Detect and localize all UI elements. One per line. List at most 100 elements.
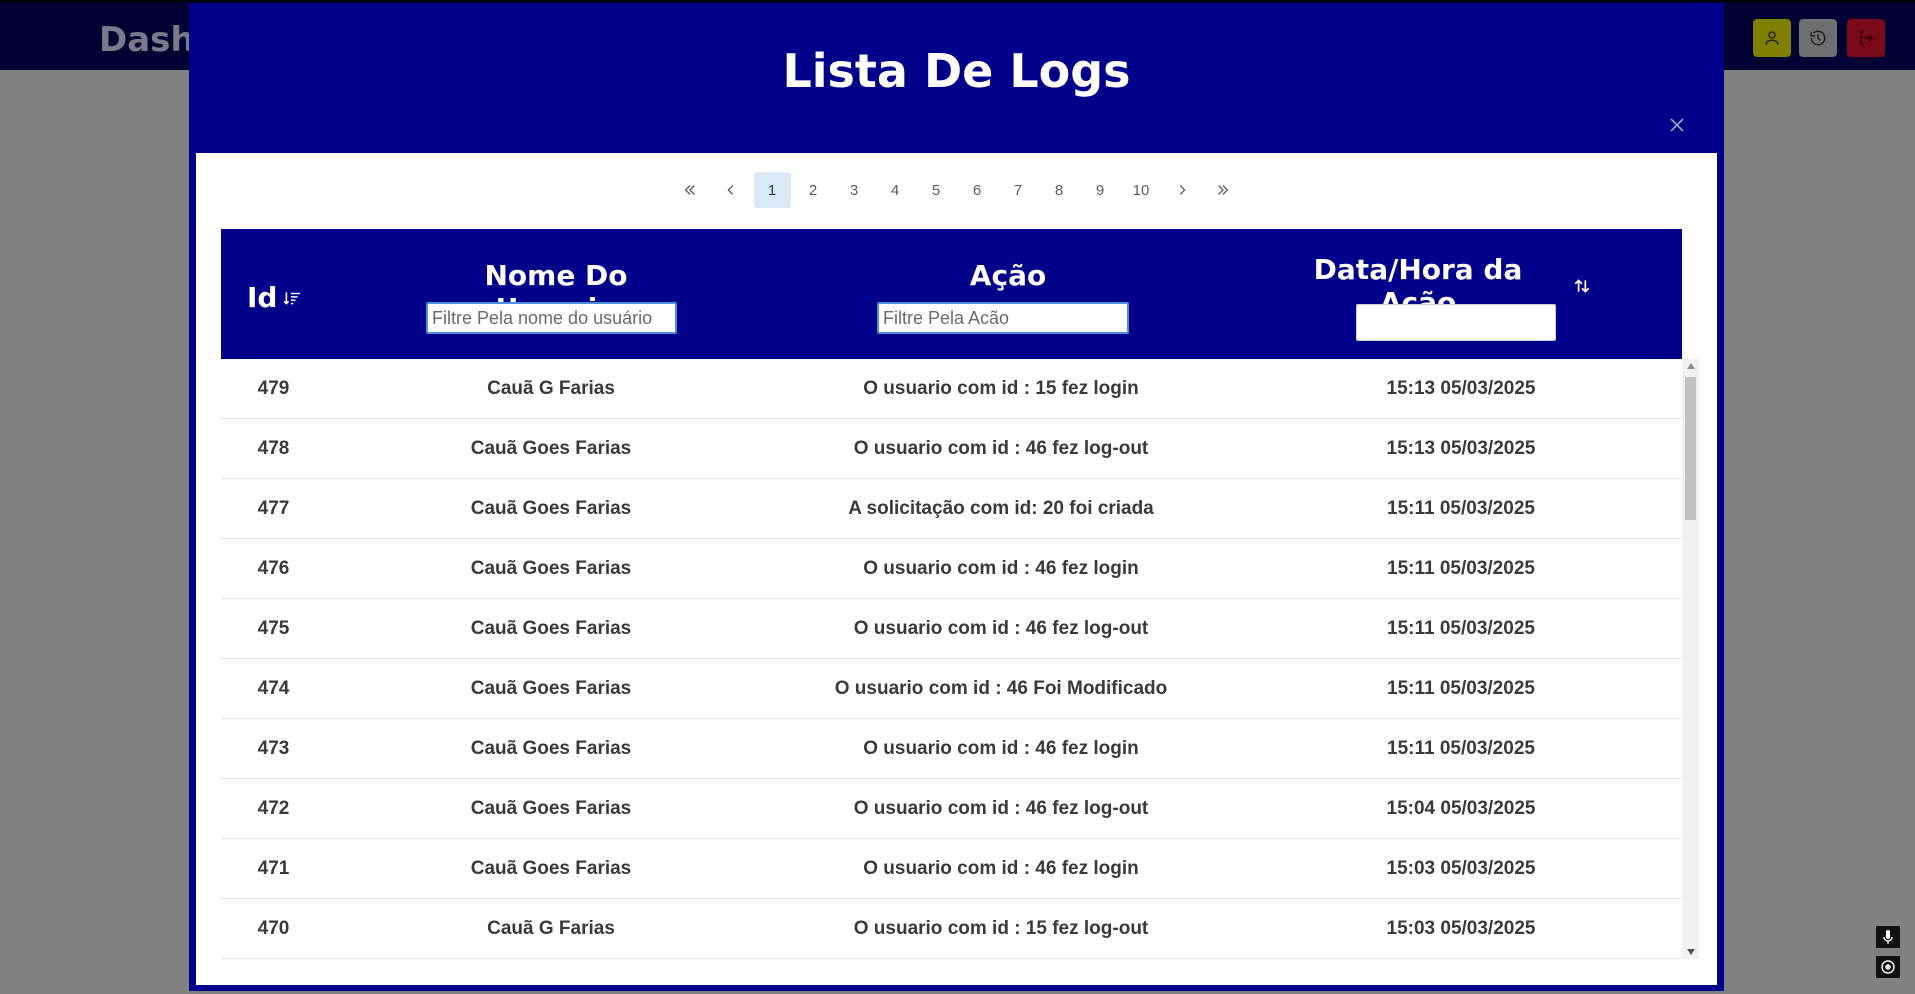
cell-acao: O usuario com id : 15 fez login [863, 378, 1139, 399]
cell-acao: O usuario com id : 46 Foi Modificado [834, 678, 1168, 699]
cell-id: 476 [257, 558, 290, 579]
pagination: 1 2 3 4 5 6 7 8 9 10 [196, 172, 1717, 208]
cell-name: Cauã G Farias [487, 918, 615, 939]
triangle-down-icon [1686, 949, 1695, 955]
table-row: 473 Cauã Goes Farias O usuario com id : 46… [221, 719, 1682, 779]
cell-id: 471 [257, 858, 290, 879]
table-row: 476 Cauã Goes Farias O usuario com id : 46… [221, 539, 1682, 599]
modal-body: 1 2 3 4 5 6 7 8 9 10 Id Nome Do Usuario … [196, 153, 1717, 985]
page-button-9[interactable]: 9 [1082, 172, 1119, 208]
cell-id: 472 [257, 798, 290, 819]
user-icon [1765, 31, 1779, 45]
triangle-up-icon [1686, 363, 1695, 369]
chevron-right-icon [1179, 185, 1186, 195]
cell-data: 15:11 05/03/2025 [1387, 618, 1535, 639]
cell-data: 15:13 05/03/2025 [1386, 438, 1536, 459]
acao-filter-input[interactable] [877, 302, 1129, 334]
table-row: 474 Cauã Goes Farias O usuario com id : 46… [221, 659, 1682, 719]
page-button-6[interactable]: 6 [959, 172, 996, 208]
table-row: 475 Cauã Goes Farias O usuario com id : 46… [221, 599, 1682, 659]
page-button-3[interactable]: 3 [836, 172, 873, 208]
table-row: 479 Cauã G Farias O usuario com id : 15 fe… [221, 359, 1682, 419]
logs-modal: Lista De Logs 1 2 3 4 5 6 7 8 9 10 Id No… [189, 3, 1724, 991]
cell-name: Cauã G Farias [487, 378, 615, 399]
table-row: 471 Cauã Goes Farias O usuario com id : 46… [221, 839, 1682, 899]
cell-acao: O usuario com id : 46 fez log-out [853, 798, 1149, 819]
target-icon [1881, 960, 1895, 974]
cell-id: 478 [257, 438, 290, 459]
id-header-label: Id [247, 281, 278, 314]
cell-name: Cauã Goes Farias [470, 558, 632, 579]
cell-acao: O usuario com id : 46 fez log-out [853, 618, 1149, 639]
page-button-10[interactable]: 10 [1123, 172, 1160, 208]
history-icon [1810, 30, 1826, 46]
chevron-left-icon [727, 185, 734, 195]
logout-icon [1860, 31, 1874, 45]
first-page-button[interactable] [672, 172, 709, 208]
cell-name: Cauã Goes Farias [470, 678, 632, 699]
cell-data: 15:13 05/03/2025 [1386, 378, 1536, 399]
cell-id: 479 [257, 378, 290, 399]
cell-id: 477 [257, 498, 290, 519]
cell-data: 15:11 05/03/2025 [1387, 558, 1535, 579]
table-row: 472 Cauã Goes Farias O usuario com id : 46… [221, 779, 1682, 839]
cell-name: Cauã Goes Farias [470, 738, 632, 759]
cell-acao: O usuario com id : 46 fez login [863, 738, 1139, 759]
cell-data: 15:03 05/03/2025 [1386, 858, 1536, 879]
cell-acao: O usuario com id : 15 fez log-out [853, 918, 1149, 939]
cell-name: Cauã Goes Farias [470, 798, 632, 819]
cell-name: Cauã Goes Farias [470, 618, 632, 639]
table-scrollbar[interactable] [1682, 359, 1699, 959]
page-button-5[interactable]: 5 [918, 172, 955, 208]
cell-name: Cauã Goes Farias [470, 858, 632, 879]
scroll-down-arrow[interactable] [1682, 945, 1699, 959]
sort-desc-icon [284, 291, 301, 305]
next-page-button[interactable] [1164, 172, 1201, 208]
target-button[interactable] [1876, 956, 1900, 978]
page-button-7[interactable]: 7 [1000, 172, 1037, 208]
id-column-header[interactable]: Id [247, 281, 301, 314]
table-row: 478 Cauã Goes Farias O usuario com id : 46… [221, 419, 1682, 479]
cell-data: 15:11 05/03/2025 [1387, 498, 1535, 519]
cell-data: 15:03 05/03/2025 [1386, 918, 1536, 939]
last-page-button[interactable] [1205, 172, 1242, 208]
close-icon [1670, 118, 1684, 132]
page-button-2[interactable]: 2 [795, 172, 832, 208]
modal-header: Lista De Logs [192, 6, 1721, 153]
scroll-up-arrow[interactable] [1682, 359, 1699, 373]
cell-acao: O usuario com id : 46 fez login [863, 858, 1139, 879]
page-button-8[interactable]: 8 [1041, 172, 1078, 208]
cell-data: 15:11 05/03/2025 [1387, 738, 1535, 759]
cell-name: Cauã Goes Farias [470, 438, 632, 459]
cell-data: 15:04 05/03/2025 [1386, 798, 1536, 819]
table-header: Id Nome Do Usuario Ação Data/Hora da Açã… [221, 229, 1682, 359]
microphone-icon [1883, 930, 1893, 944]
profile-button[interactable] [1753, 19, 1791, 57]
page-button-4[interactable]: 4 [877, 172, 914, 208]
table-row: 470 Cauã G Farias O usuario com id : 15 fe… [221, 899, 1682, 959]
cell-id: 475 [257, 618, 290, 639]
table-row: 477 Cauã Goes Farias A solicitação com id:… [221, 479, 1682, 539]
double-chevron-left-icon [684, 185, 695, 195]
data-filter-input[interactable] [1356, 304, 1556, 341]
acao-column-header: Ação [969, 259, 1047, 292]
cell-id: 470 [257, 918, 290, 939]
history-button[interactable] [1799, 19, 1837, 57]
cell-id: 473 [257, 738, 290, 759]
close-button[interactable] [1667, 115, 1687, 135]
cell-acao: O usuario com id : 46 fez login [863, 558, 1139, 579]
page-button-1[interactable]: 1 [753, 172, 791, 208]
cell-data: 15:11 05/03/2025 [1387, 678, 1535, 699]
modal-title: Lista De Logs [782, 44, 1131, 98]
prev-page-button[interactable] [713, 172, 750, 208]
sort-toggle-icon [1574, 279, 1590, 293]
scroll-thumb[interactable] [1685, 377, 1696, 520]
name-filter-input[interactable] [426, 302, 677, 334]
cell-acao: A solicitação com id: 20 foi criada [848, 498, 1154, 519]
cell-id: 474 [257, 678, 290, 699]
cell-name: Cauã Goes Farias [470, 498, 632, 519]
microphone-button[interactable] [1876, 926, 1900, 948]
logout-button[interactable] [1847, 19, 1885, 57]
double-chevron-right-icon [1218, 185, 1229, 195]
cell-acao: O usuario com id : 46 fez log-out [853, 438, 1149, 459]
